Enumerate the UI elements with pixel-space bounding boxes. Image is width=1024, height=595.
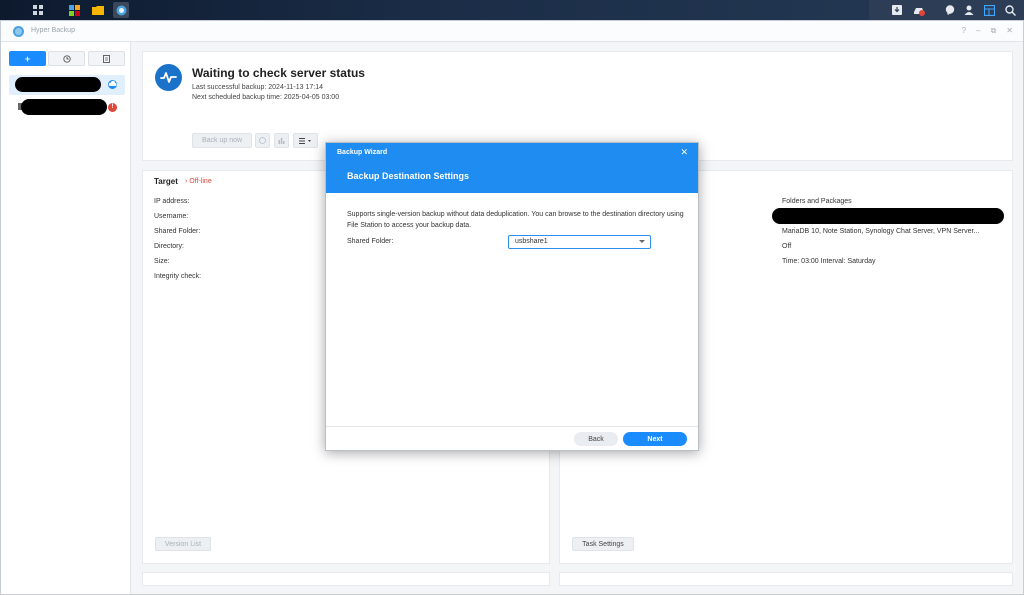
package-center-icon[interactable] (66, 2, 82, 18)
shared-folder-field-label: Shared Folder: (347, 238, 394, 245)
cancel-backup-button[interactable] (255, 133, 270, 148)
shared-folder-label: Shared Folder: (154, 228, 201, 235)
dialog-footer-divider (326, 426, 698, 427)
activity-pulse-icon (155, 64, 182, 91)
wizard-header: Backup Wizard ✕ Backup Destination Setti… (326, 143, 698, 193)
status-title: Waiting to check server status (192, 66, 365, 80)
shared-folder-select[interactable]: usbshare1 (508, 235, 651, 249)
close-icon[interactable]: ✕ (1006, 26, 1013, 36)
hyper-backup-icon (13, 26, 24, 37)
search-icon[interactable] (1002, 2, 1018, 18)
error-badge-icon: ! (108, 103, 117, 112)
restore-icon[interactable]: ⧉ (991, 26, 997, 36)
taskbar (0, 0, 1024, 20)
more-actions-button[interactable] (293, 133, 318, 148)
history-icon (62, 54, 71, 63)
task-sidebar: + US ! (1, 42, 131, 594)
target-status: › Off-line (185, 178, 212, 185)
log-button[interactable] (88, 51, 125, 66)
encryption-value: Off (782, 243, 792, 250)
download-icon[interactable] (889, 2, 905, 18)
backup-task-usb[interactable]: US ! (9, 98, 125, 118)
lower-panel-right (559, 572, 1013, 586)
shared-folder-value: usbshare1 (515, 238, 548, 245)
packages-value: MariaDB 10, Note Station, Synology Chat … (782, 228, 980, 235)
alert-car-icon[interactable] (911, 2, 927, 18)
last-backup-text: Last successful backup: 2024-11-13 17:14 (192, 84, 324, 91)
schedule-value: Time: 03:00 Interval: Saturday (782, 258, 876, 265)
next-button[interactable]: Next (623, 432, 687, 446)
user-icon[interactable] (961, 2, 977, 18)
version-list-button[interactable]: Version List (155, 537, 211, 551)
wizard-description: Supports single-version backup without d… (347, 211, 684, 229)
offline-status-text: Off-line (189, 178, 212, 185)
redacted-task-name (21, 99, 107, 115)
lower-panel-left (142, 572, 550, 586)
dialog-close-icon[interactable]: ✕ (680, 147, 688, 158)
size-label: Size: (154, 258, 170, 265)
backup-task-selected[interactable] (9, 75, 125, 95)
window-titlebar[interactable]: Hyper Backup ? – ⧉ ✕ (1, 21, 1023, 42)
hyper-backup-taskbar-icon[interactable] (113, 2, 129, 18)
menu-icon (299, 137, 311, 144)
minimize-icon[interactable]: – (976, 26, 980, 36)
main-menu-icon[interactable] (30, 2, 46, 18)
backup-wizard-dialog: Backup Wizard ✕ Backup Destination Setti… (325, 142, 699, 451)
directory-label: Directory: (154, 243, 184, 250)
statistics-button[interactable] (274, 133, 289, 148)
task-settings-button[interactable]: Task Settings (572, 537, 634, 551)
clock-icon (259, 137, 266, 144)
system-tray (869, 0, 1024, 20)
redacted-task-name (15, 77, 101, 92)
history-button[interactable] (48, 51, 85, 66)
file-station-icon[interactable] (90, 2, 106, 18)
cloud-sync-icon (108, 80, 117, 89)
bar-chart-icon (278, 138, 285, 144)
integrity-check-label: Integrity check: (154, 273, 202, 280)
chevron-down-icon (639, 240, 645, 243)
next-backup-text: Next scheduled backup time: 2025-04-05 0… (192, 94, 340, 101)
target-section-title: Target (154, 177, 178, 186)
backup-type-value: Folders and Packages (782, 198, 852, 205)
help-icon[interactable]: ? (962, 26, 966, 36)
add-task-button[interactable]: + (9, 51, 46, 66)
back-up-now-button[interactable]: Back up now (192, 133, 252, 148)
ip-address-label: IP address: (154, 198, 190, 205)
window-title: Hyper Backup (31, 27, 75, 34)
username-label: Username: (154, 213, 189, 220)
widgets-icon[interactable] (981, 2, 997, 18)
wizard-label: Backup Wizard (337, 149, 388, 156)
wizard-step-title: Backup Destination Settings (347, 171, 470, 181)
redacted-source (772, 208, 1004, 224)
log-icon (103, 54, 110, 63)
back-button[interactable]: Back (574, 432, 618, 446)
chat-icon[interactable] (942, 2, 958, 18)
